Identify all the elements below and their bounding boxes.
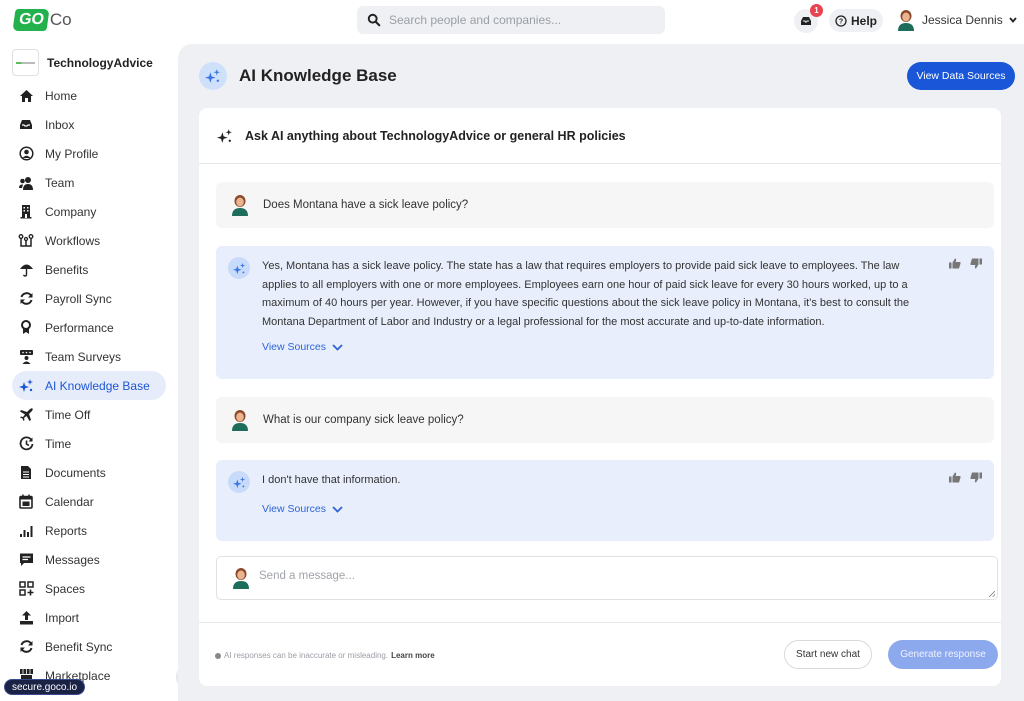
upload-icon: [18, 610, 34, 626]
ai-avatar-icon: [228, 257, 250, 279]
sidebar-item-performance[interactable]: Performance: [12, 313, 166, 342]
sidebar-item-workflows[interactable]: Workflows: [12, 226, 166, 255]
sidebar-item-import[interactable]: Import: [12, 603, 166, 632]
sparkle-icon: [18, 378, 34, 394]
help-circle-icon: ?: [835, 14, 847, 27]
sidebar-item-reports[interactable]: Reports: [12, 516, 166, 545]
sidebar-item-benefit-sync[interactable]: Benefit Sync: [12, 632, 166, 661]
thumbs-down-icon[interactable]: [970, 472, 982, 483]
generate-response-button[interactable]: Generate response: [888, 640, 998, 669]
home-icon: [18, 88, 34, 104]
user-avatar-icon: [232, 410, 248, 431]
search-icon: [367, 13, 381, 27]
thumbs-up-icon[interactable]: [949, 258, 961, 269]
sync-icon: [18, 291, 34, 307]
building-icon: [18, 204, 34, 220]
calendar-icon: [18, 494, 34, 510]
page-header: AI Knowledge Base: [199, 62, 397, 90]
sidebar-item-documents[interactable]: Documents: [12, 458, 166, 487]
chevron-down-icon: [1009, 17, 1017, 23]
chat-message-user: Does Montana have a sick leave policy?: [216, 182, 994, 228]
chat-footer: AI responses can be inaccurate or mislea…: [199, 622, 1001, 686]
feedback-buttons: [949, 472, 982, 483]
sidebar-nav: Home Inbox My Profile Team Company Workf…: [12, 81, 166, 690]
search-input[interactable]: [389, 13, 649, 27]
sidebar-item-my-profile[interactable]: My Profile: [12, 139, 166, 168]
user-avatar-icon: [233, 568, 249, 589]
top-bar: GO Co 1 ? Help Jessica Dennis: [0, 0, 1024, 44]
ai-disclaimer: AI responses can be inaccurate or mislea…: [215, 651, 435, 660]
chat-message-ai: I don't have that information. View Sour…: [216, 460, 994, 541]
message-input-box: [216, 556, 998, 600]
inbox-tray-icon: [801, 17, 811, 25]
feedback-buttons: [949, 258, 982, 269]
thumbs-up-icon[interactable]: [949, 472, 961, 483]
ai-avatar-icon: [228, 471, 250, 493]
user-avatar-icon: [232, 195, 248, 216]
award-icon: [18, 320, 34, 336]
sidebar-item-spaces[interactable]: Spaces: [12, 574, 166, 603]
resize-handle[interactable]: [989, 591, 995, 597]
team-icon: [18, 175, 34, 191]
notification-badge: 1: [810, 4, 823, 17]
survey-icon: [18, 349, 34, 365]
ai-sparkle-icon: [199, 62, 227, 90]
search-bar[interactable]: [357, 6, 665, 34]
view-sources-toggle[interactable]: View Sources: [262, 341, 343, 353]
message-input[interactable]: [259, 570, 979, 586]
sidebar-item-time[interactable]: Time: [12, 429, 166, 458]
sidebar: TechnologyAdvice Home Inbox My Profile T…: [0, 44, 178, 701]
document-icon: [18, 465, 34, 481]
chat-message-user: What is our company sick leave policy?: [216, 397, 994, 443]
chevron-down-icon: [332, 505, 343, 513]
start-new-chat-button[interactable]: Start new chat: [784, 640, 872, 669]
sparkle-icon: [217, 128, 232, 143]
url-status-chip: secure.goco.io: [4, 679, 86, 695]
goco-logo[interactable]: GO Co: [12, 9, 72, 31]
sidebar-item-time-off[interactable]: Time Off: [12, 400, 166, 429]
plane-icon: [18, 407, 34, 423]
profile-icon: [18, 146, 34, 162]
view-data-sources-button[interactable]: View Data Sources: [907, 62, 1015, 90]
thumbs-down-icon[interactable]: [970, 258, 982, 269]
sidebar-item-home[interactable]: Home: [12, 81, 166, 110]
sidebar-item-calendar[interactable]: Calendar: [12, 487, 166, 516]
sidebar-item-team[interactable]: Team: [12, 168, 166, 197]
chat-message-ai: Yes, Montana has a sick leave policy. Th…: [216, 246, 994, 379]
workflow-icon: [18, 233, 34, 249]
sidebar-item-payroll-sync[interactable]: Payroll Sync: [12, 284, 166, 313]
umbrella-icon: [18, 262, 34, 278]
org-logo: [12, 49, 39, 76]
ai-response-text: Yes, Montana has a sick leave policy. Th…: [262, 260, 910, 328]
clock-icon: [18, 436, 34, 452]
org-switcher[interactable]: TechnologyAdvice: [12, 49, 153, 76]
view-sources-toggle[interactable]: View Sources: [262, 503, 343, 515]
chat-header: Ask AI anything about TechnologyAdvice o…: [199, 108, 1001, 164]
info-icon: [215, 652, 221, 659]
sidebar-item-messages[interactable]: Messages: [12, 545, 166, 574]
sidebar-item-company[interactable]: Company: [12, 197, 166, 226]
chart-icon: [18, 523, 34, 539]
learn-more-link[interactable]: Learn more: [391, 651, 435, 660]
sync-icon: [18, 639, 34, 655]
svg-text:?: ?: [839, 18, 843, 25]
sidebar-item-team-surveys[interactable]: Team Surveys: [12, 342, 166, 371]
sidebar-item-inbox[interactable]: Inbox: [12, 110, 166, 139]
main-content: AI Knowledge Base View Data Sources Ask …: [178, 44, 1024, 701]
help-button[interactable]: ? Help: [829, 9, 883, 32]
inbox-icon: [18, 117, 34, 133]
chat-card: Ask AI anything about TechnologyAdvice o…: [199, 108, 1001, 686]
sidebar-item-benefits[interactable]: Benefits: [12, 255, 166, 284]
user-avatar-icon: [898, 10, 914, 31]
user-menu[interactable]: Jessica Dennis: [896, 9, 1017, 31]
ai-response-text: I don't have that information.: [262, 474, 401, 486]
sidebar-item-ai-knowledge-base[interactable]: AI Knowledge Base: [12, 371, 166, 400]
spaces-icon: [18, 581, 34, 597]
chevron-down-icon: [332, 343, 343, 351]
message-icon: [18, 552, 34, 568]
page-title: AI Knowledge Base: [239, 66, 397, 85]
